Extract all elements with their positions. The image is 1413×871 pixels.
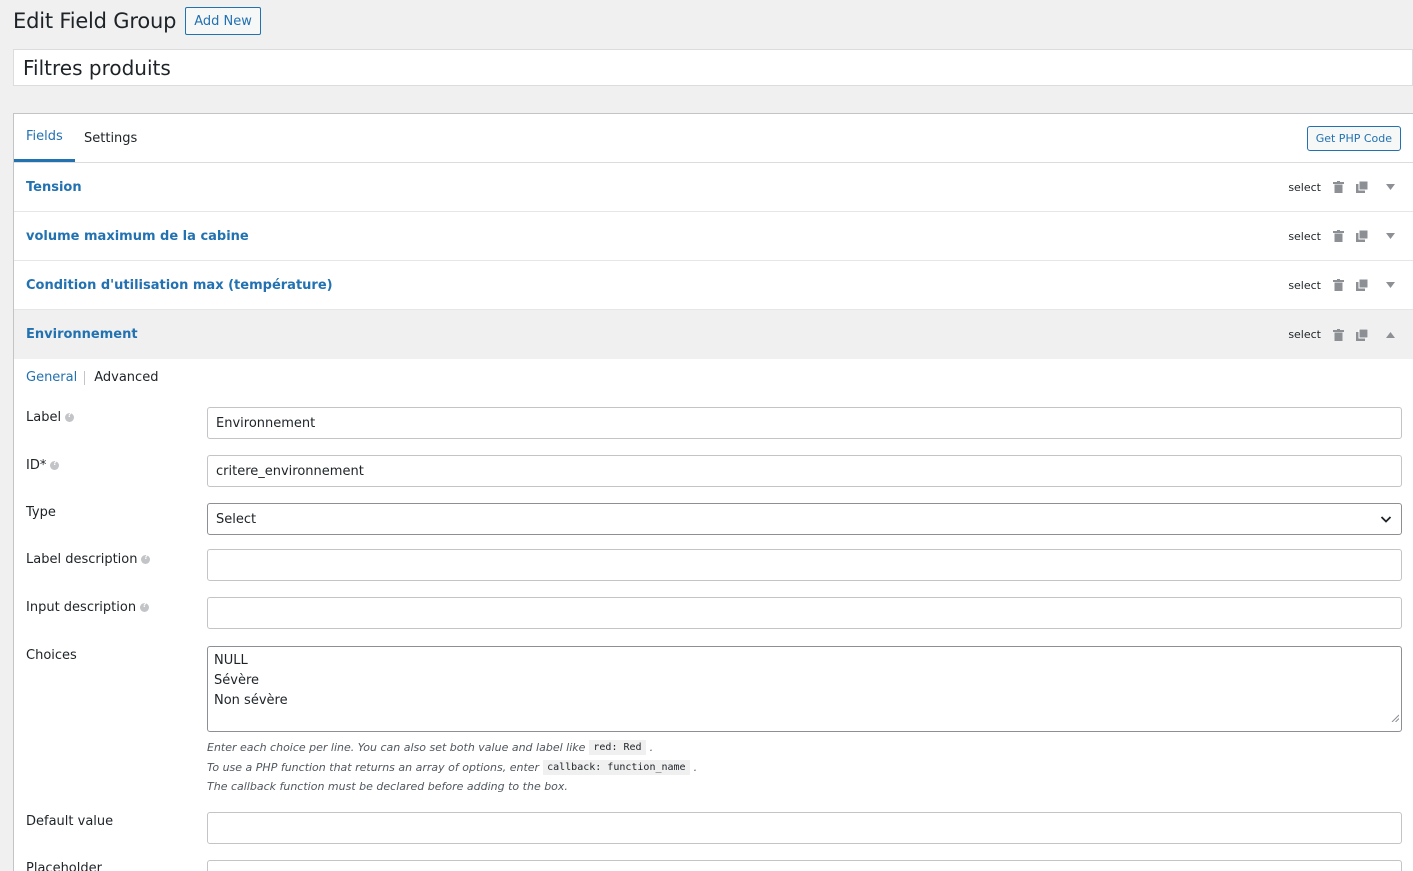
tab-settings[interactable]: Settings — [72, 114, 149, 162]
field-actions: select — [1288, 180, 1397, 194]
field-name[interactable]: Condition d'utilisation max (température… — [26, 278, 333, 293]
subtab-divider — [84, 370, 86, 385]
help-icon[interactable] — [65, 411, 75, 422]
field-type: select — [1288, 229, 1321, 243]
trash-icon[interactable] — [1331, 180, 1345, 194]
field-actions: select — [1288, 278, 1397, 292]
type-field-label: Type — [26, 505, 56, 520]
field-row-volume[interactable]: volume maximum de la cabine select — [14, 212, 1413, 261]
help-icon[interactable] — [50, 459, 60, 470]
code-snippet: red: Red — [589, 740, 646, 755]
label-description-field-label: Label description — [26, 552, 151, 567]
field-row-condition[interactable]: Condition d'utilisation max (température… — [14, 261, 1413, 310]
page-header: Edit Field Group Add New — [13, 7, 261, 35]
resize-handle-icon[interactable] — [1391, 709, 1400, 729]
code-snippet: callback: function_name — [543, 760, 690, 775]
label-description-input[interactable] — [207, 549, 1402, 581]
field-row-environnement[interactable]: Environnement select — [14, 310, 1413, 359]
trash-icon[interactable] — [1331, 278, 1345, 292]
choice-line: Non sévère — [214, 693, 288, 708]
choices-field-label: Choices — [26, 648, 77, 663]
field-subtabs: General Advanced — [26, 370, 158, 385]
choice-line: NULL — [214, 653, 248, 668]
add-new-button[interactable]: Add New — [185, 7, 261, 35]
field-actions: select — [1288, 229, 1397, 243]
duplicate-icon[interactable] — [1355, 229, 1369, 243]
get-php-code-button[interactable]: Get PHP Code — [1306, 126, 1401, 151]
choices-hint-line-3: The callback function must be declared b… — [207, 780, 568, 793]
field-name[interactable]: volume maximum de la cabine — [26, 229, 249, 244]
triangle-down-icon[interactable] — [1383, 278, 1397, 292]
choices-textarea[interactable]: NULL Sévère Non sévère — [207, 646, 1402, 732]
id-field-label: ID* — [26, 458, 60, 473]
field-type: select — [1288, 180, 1321, 194]
tab-fields[interactable]: Fields — [14, 114, 75, 162]
triangle-up-icon[interactable] — [1383, 328, 1397, 342]
field-type: select — [1288, 278, 1321, 292]
field-type: select — [1288, 328, 1321, 341]
help-icon[interactable] — [140, 601, 150, 612]
fields-panel: Fields Settings Get PHP Code Tension sel… — [13, 113, 1413, 871]
page-title: Edit Field Group — [13, 9, 177, 33]
panel-tabs: Fields Settings Get PHP Code — [14, 114, 1413, 163]
type-select-value: Select — [216, 511, 257, 527]
triangle-down-icon[interactable] — [1383, 229, 1397, 243]
placeholder-field-label: Placeholder — [26, 861, 102, 871]
field-name[interactable]: Tension — [26, 180, 82, 195]
field-row-tension[interactable]: Tension select — [14, 163, 1413, 212]
id-input[interactable]: critere_environnement — [207, 455, 1402, 487]
chevron-down-icon — [1380, 513, 1392, 529]
trash-icon[interactable] — [1331, 328, 1345, 342]
field-name[interactable]: Environnement — [26, 327, 138, 342]
duplicate-icon[interactable] — [1355, 278, 1369, 292]
duplicate-icon[interactable] — [1355, 328, 1369, 342]
default-value-field-label: Default value — [26, 814, 114, 829]
input-description-input[interactable] — [207, 597, 1402, 629]
type-select[interactable]: Select — [207, 503, 1402, 535]
help-icon[interactable] — [141, 553, 151, 564]
label-field-label: Label — [26, 410, 75, 425]
choices-hint-line-1: Enter each choice per line. You can also… — [207, 740, 654, 755]
trash-icon[interactable] — [1331, 229, 1345, 243]
placeholder-input[interactable] — [207, 860, 1402, 871]
triangle-down-icon[interactable] — [1383, 180, 1397, 194]
choices-hint-line-2: To use a PHP function that returns an ar… — [207, 760, 698, 775]
input-description-field-label: Input description — [26, 600, 150, 615]
default-value-input[interactable] — [207, 812, 1402, 844]
subtab-general[interactable]: General — [26, 370, 77, 385]
choice-line: Sévère — [214, 673, 259, 688]
field-actions: select — [1288, 328, 1397, 342]
duplicate-icon[interactable] — [1355, 180, 1369, 194]
group-title-input[interactable]: Filtres produits — [13, 49, 1413, 86]
label-input[interactable]: Environnement — [207, 407, 1402, 439]
subtab-advanced[interactable]: Advanced — [94, 370, 158, 385]
